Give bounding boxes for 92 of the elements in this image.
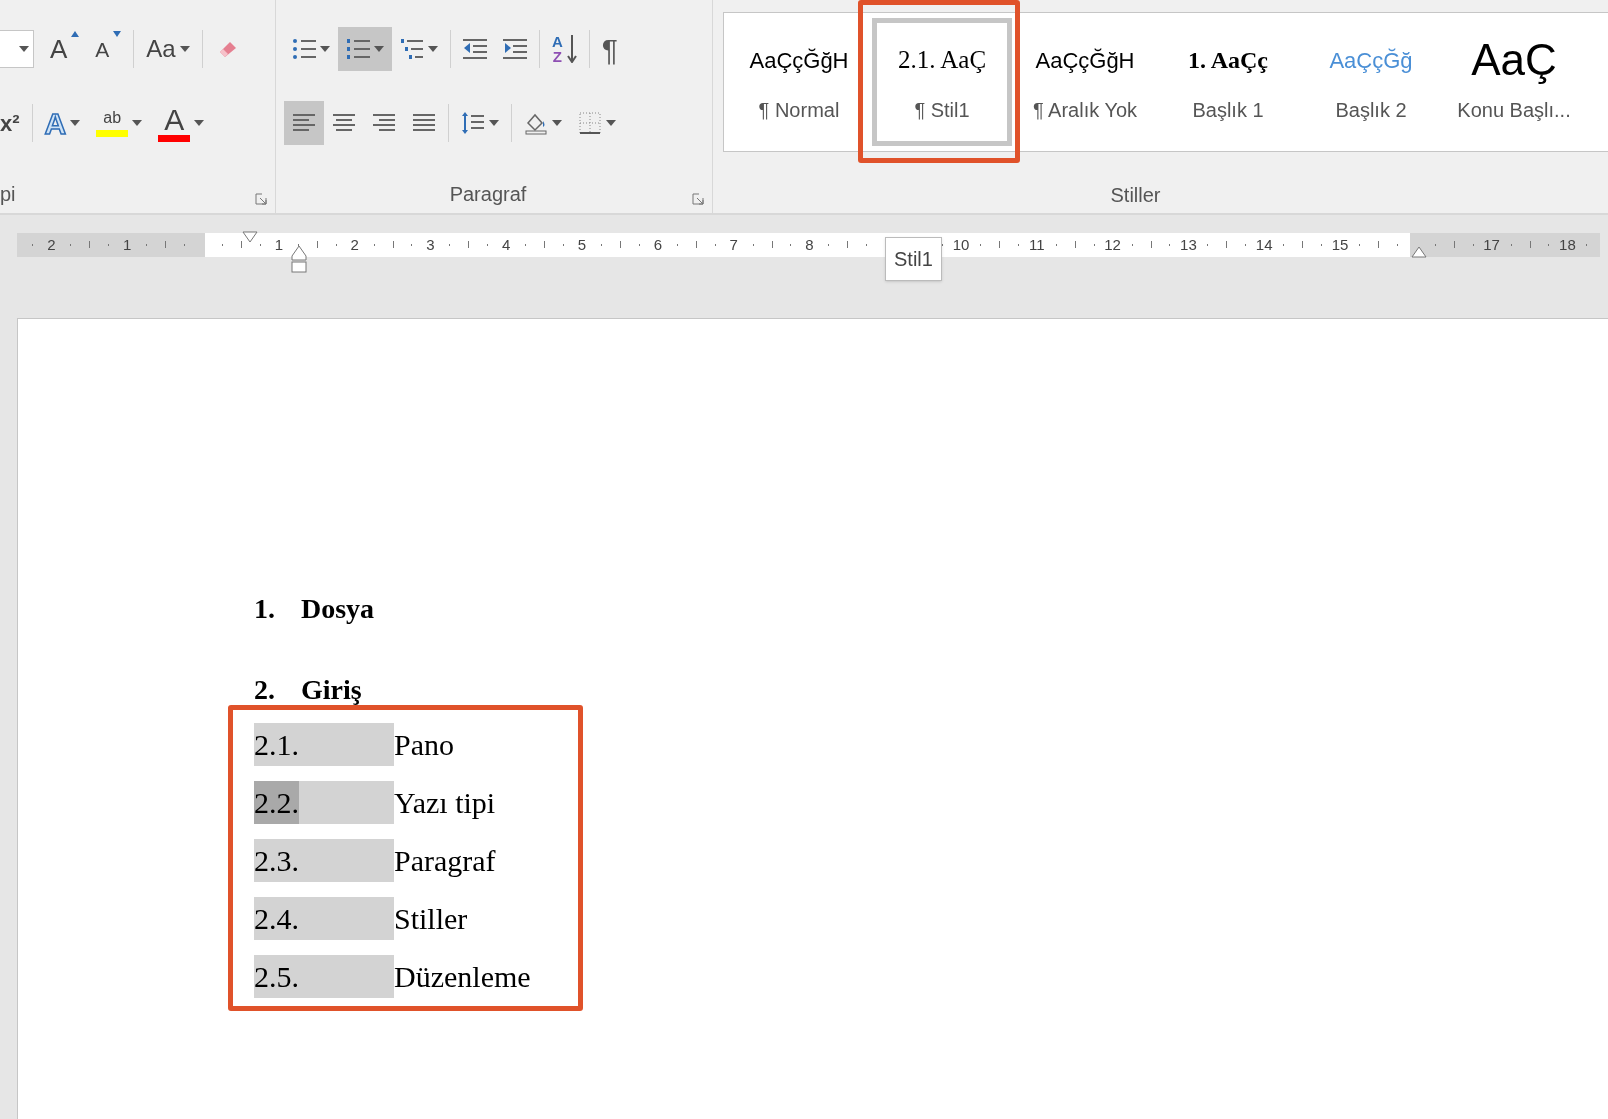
ruler-number: 14 bbox=[1255, 235, 1273, 255]
dialog-launcher-icon[interactable] bbox=[255, 193, 267, 205]
heading-number: 2. bbox=[254, 673, 276, 707]
group-label: Paragraf bbox=[449, 182, 527, 207]
list-item-text: Stiller bbox=[394, 901, 468, 937]
style-name: Konu Başlı... bbox=[1457, 98, 1571, 123]
ruler-number: 15 bbox=[1331, 235, 1349, 255]
caret-icon bbox=[489, 120, 499, 126]
ruler-number: 12 bbox=[1104, 235, 1121, 255]
first-line-indent-marker[interactable] bbox=[242, 231, 258, 243]
list-item-text: Paragraf bbox=[394, 843, 496, 879]
caret-icon bbox=[552, 120, 562, 126]
style-preview: AaÇçĞğH bbox=[1035, 46, 1135, 75]
increase-indent-icon bbox=[503, 37, 527, 61]
ruler-number: 3 bbox=[426, 235, 435, 255]
grow-font-button[interactable]: A bbox=[42, 27, 88, 71]
numbering-button[interactable] bbox=[338, 27, 392, 71]
caret-icon bbox=[19, 46, 29, 52]
bullet-list-icon bbox=[292, 37, 316, 61]
style-name: ¶ Normal bbox=[758, 98, 840, 123]
list-number: 2.4. bbox=[254, 897, 394, 940]
ruler-number: 6 bbox=[653, 235, 662, 255]
down-triangle-icon bbox=[113, 31, 122, 37]
tooltip: Stil1 bbox=[885, 237, 942, 281]
style-preview: AaÇçĞğH bbox=[749, 46, 849, 75]
ruler-number: 7 bbox=[729, 235, 738, 255]
dialog-launcher-icon[interactable] bbox=[692, 193, 704, 205]
group-label: Stiller bbox=[1110, 183, 1161, 208]
list-number: 2.1. bbox=[254, 723, 394, 766]
change-case-button[interactable]: Aa bbox=[138, 27, 198, 71]
style-preview: AaÇ bbox=[1471, 35, 1557, 85]
caret-icon bbox=[374, 46, 384, 52]
show-marks-button[interactable]: ¶ bbox=[593, 27, 626, 71]
style-preview: 1. AaÇç bbox=[1188, 46, 1268, 75]
list-item-text: Yazı tipi bbox=[394, 785, 496, 821]
ruler-number: 10 bbox=[952, 235, 970, 255]
decrease-indent-icon bbox=[463, 37, 487, 61]
multilevel-list-icon bbox=[400, 37, 424, 61]
style-name: Başlık 2 bbox=[1335, 98, 1407, 123]
ruler-number: 2 bbox=[47, 235, 56, 255]
sort-button[interactable]: A Z bbox=[544, 27, 585, 71]
style-name: Başlık 1 bbox=[1192, 98, 1264, 123]
superscript-button[interactable]: x² bbox=[0, 101, 28, 145]
style-item[interactable]: AaÇçĞğ Başlık 2 bbox=[1301, 18, 1441, 146]
caret-icon bbox=[428, 46, 438, 52]
style-preview: 2.1. AaÇ bbox=[897, 45, 987, 76]
ruler-number: 8 bbox=[805, 235, 814, 255]
list-item-text: Pano bbox=[394, 727, 454, 763]
list-number: 2.2. bbox=[254, 781, 394, 824]
ruler-number: 4 bbox=[502, 235, 511, 255]
down-arrow-icon bbox=[566, 35, 577, 63]
group-label: pi bbox=[0, 182, 16, 207]
heading-text: Giriş bbox=[301, 673, 362, 707]
ruler-number: 17 bbox=[1483, 235, 1500, 255]
style-name: ¶ Stil1 bbox=[914, 98, 970, 123]
style-name: ¶ Aralık Yok bbox=[1032, 98, 1138, 123]
up-triangle-icon bbox=[71, 31, 80, 37]
style-preview: AaÇçĞğ bbox=[1329, 46, 1413, 75]
list-number: 2.3. bbox=[254, 839, 394, 882]
ruler-number: 1 bbox=[274, 235, 283, 255]
caret-icon bbox=[320, 46, 330, 52]
style-item[interactable]: 2.1. AaÇ ¶ Stil1 bbox=[872, 18, 1012, 146]
style-item[interactable]: 1. AaÇç Başlık 1 bbox=[1158, 18, 1298, 146]
numbered-list-icon bbox=[346, 37, 370, 61]
ruler-number: 5 bbox=[577, 235, 587, 255]
caret-icon bbox=[194, 120, 205, 126]
list-number: 2.5. bbox=[254, 955, 394, 998]
list-item-text: Düzenleme bbox=[394, 959, 531, 995]
font-color-button[interactable]: A bbox=[150, 101, 213, 145]
style-item[interactable]: AaÇçĞğH ¶ Aralık Yok bbox=[1015, 18, 1155, 146]
ruler-number: 2 bbox=[350, 235, 359, 255]
shrink-font-button[interactable]: A bbox=[87, 27, 130, 71]
highlight-button[interactable]: ab bbox=[88, 101, 151, 145]
heading-number: 1. bbox=[254, 592, 276, 626]
right-indent-marker[interactable] bbox=[1411, 245, 1427, 259]
caret-icon bbox=[179, 46, 190, 52]
heading-text: Dosya bbox=[301, 592, 375, 626]
caret-icon bbox=[606, 120, 616, 126]
ruler-number: 1 bbox=[123, 235, 132, 255]
align-left-button[interactable] bbox=[284, 101, 324, 145]
ruler-number: 11 bbox=[1029, 235, 1045, 255]
line-spacing-icon bbox=[461, 111, 485, 135]
caret-icon bbox=[70, 120, 81, 126]
borders-icon bbox=[578, 111, 602, 135]
ruler-number: 18 bbox=[1559, 235, 1576, 255]
paint-bucket-icon bbox=[524, 111, 548, 135]
ruler-number: 13 bbox=[1180, 235, 1197, 255]
font-size-dropdown[interactable] bbox=[0, 30, 34, 68]
caret-icon bbox=[132, 120, 143, 126]
hanging-indent-marker[interactable] bbox=[291, 245, 307, 273]
style-item[interactable]: AaÇ Konu Başlı... bbox=[1444, 18, 1584, 146]
style-item[interactable]: AaÇçĞğH ¶ Normal bbox=[729, 18, 869, 146]
